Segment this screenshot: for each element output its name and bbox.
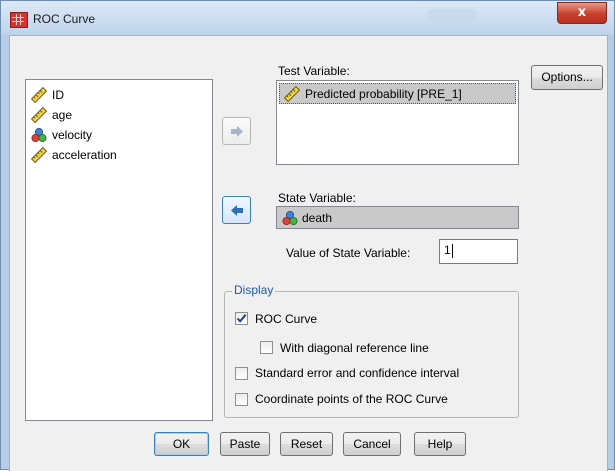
diagonal-reference-checkbox[interactable] bbox=[260, 341, 273, 354]
text-caret bbox=[452, 244, 453, 258]
nominal-circles-icon bbox=[282, 210, 298, 226]
scale-ruler-icon bbox=[283, 85, 301, 103]
title-bar[interactable]: ROC Curve x bbox=[1, 1, 614, 35]
list-item[interactable]: ID bbox=[26, 85, 212, 105]
help-button[interactable]: Help bbox=[414, 432, 466, 456]
cancel-button[interactable]: Cancel bbox=[343, 432, 401, 456]
variable-label: velocity bbox=[52, 128, 93, 142]
value-of-state-input[interactable]: 1 bbox=[439, 239, 518, 264]
source-variable-list[interactable]: ID age velocity acceleration bbox=[25, 79, 213, 421]
left-arrow-icon bbox=[231, 205, 243, 216]
list-item[interactable]: velocity bbox=[26, 125, 212, 145]
nominal-circles-icon bbox=[31, 127, 47, 143]
list-item[interactable]: age bbox=[26, 105, 212, 125]
test-variable-list[interactable]: Predicted probability [PRE_1] bbox=[276, 80, 519, 165]
paste-button[interactable]: Paste bbox=[220, 432, 270, 456]
variable-label: ID bbox=[52, 88, 64, 102]
close-button[interactable]: x bbox=[557, 2, 607, 24]
state-variable-field[interactable]: death bbox=[276, 206, 519, 229]
test-variable-label: Test Variable: bbox=[278, 64, 350, 78]
coordinate-points-checkbox[interactable] bbox=[235, 393, 248, 406]
variable-label: acceleration bbox=[52, 148, 117, 162]
state-variable-value: death bbox=[302, 211, 333, 225]
standard-error-checkbox[interactable] bbox=[235, 367, 248, 380]
scale-ruler-icon bbox=[30, 146, 48, 164]
scale-ruler-icon bbox=[30, 86, 48, 104]
value-of-state-label: Value of State Variable: bbox=[286, 246, 411, 260]
coordinate-points-label: Coordinate points of the ROC Curve bbox=[255, 392, 448, 406]
move-state-variable-button[interactable] bbox=[222, 196, 251, 224]
spss-grid-icon bbox=[10, 12, 28, 28]
roc-curve-checkbox[interactable] bbox=[235, 312, 248, 325]
value-of-state-text: 1 bbox=[444, 243, 451, 257]
list-item-selected[interactable]: Predicted probability [PRE_1] bbox=[279, 83, 516, 104]
standard-error-label: Standard error and confidence interval bbox=[255, 366, 460, 380]
roc-curve-label: ROC Curve bbox=[255, 312, 318, 326]
roc-curve-dialog: ROC Curve x ID age velocity acceleration… bbox=[0, 0, 615, 471]
reset-button[interactable]: Reset bbox=[280, 432, 333, 456]
dialog-body: ID age velocity acceleration Test Variab… bbox=[9, 35, 608, 471]
display-group-legend: Display bbox=[232, 283, 276, 297]
test-variable-item-label: Predicted probability [PRE_1] bbox=[305, 87, 462, 101]
checkmark-icon bbox=[236, 314, 247, 323]
diagonal-reference-label: With diagonal reference line bbox=[280, 341, 429, 355]
ok-button[interactable]: OK bbox=[154, 432, 209, 456]
variable-label: age bbox=[52, 108, 73, 122]
options-button[interactable]: Options... bbox=[531, 65, 603, 90]
title-bar-blur bbox=[427, 9, 477, 21]
window-title: ROC Curve bbox=[33, 12, 96, 26]
state-variable-label: State Variable: bbox=[278, 191, 356, 205]
right-arrow-icon bbox=[231, 126, 243, 137]
move-to-test-variable-button[interactable] bbox=[222, 117, 251, 145]
list-item[interactable]: acceleration bbox=[26, 145, 212, 165]
scale-ruler-icon bbox=[30, 106, 48, 124]
